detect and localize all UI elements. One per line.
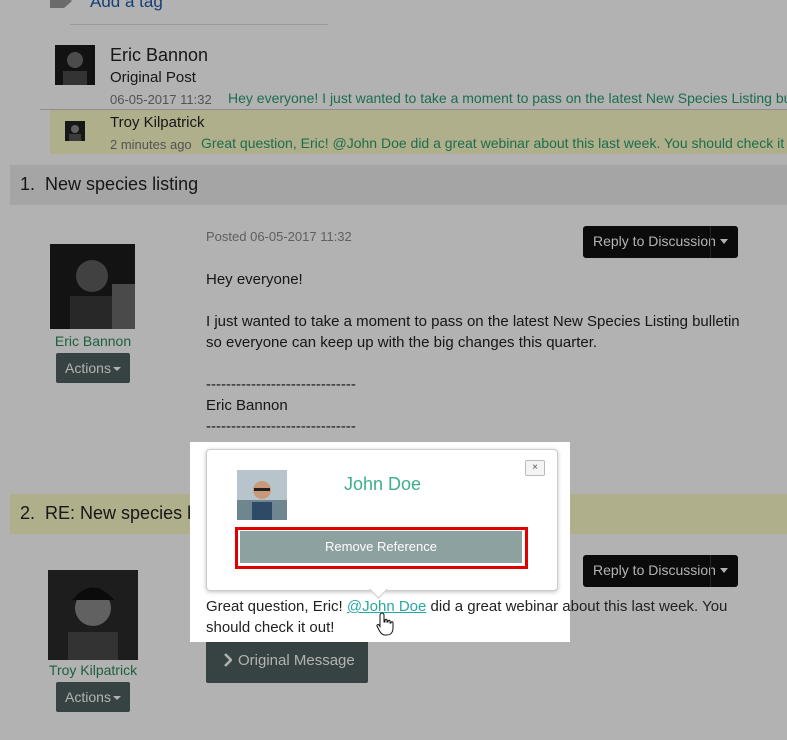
hand-cursor-icon	[376, 612, 396, 636]
annotation-outline	[235, 527, 528, 569]
popover-avatar-john-doe	[237, 470, 287, 520]
reply-text-before: Great question, Eric!	[206, 598, 347, 615]
popover-name[interactable]: John Doe	[344, 474, 421, 495]
reply-text-after: did a great webinar about this last week…	[426, 598, 728, 615]
reply-text-line: should check it out!	[206, 619, 335, 636]
reply-text-line: Great question, Eric! @John Doe did a gr…	[206, 598, 727, 615]
close-icon[interactable]: ×	[525, 460, 545, 476]
